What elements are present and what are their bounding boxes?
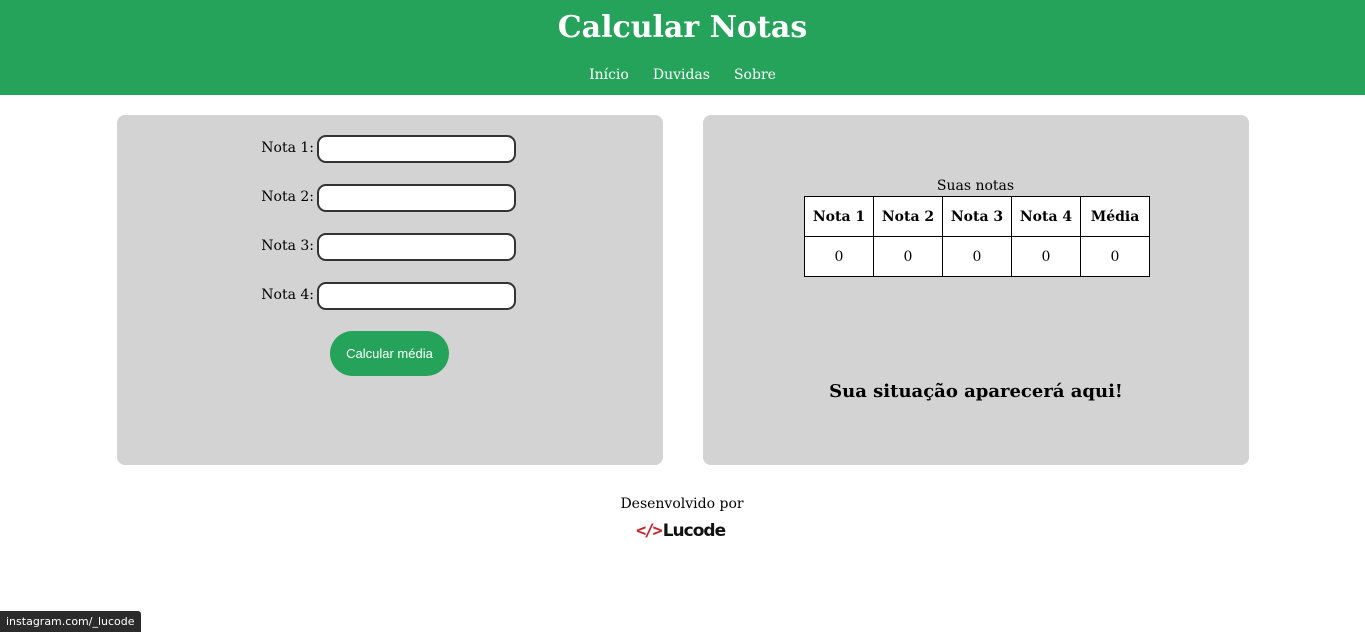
- grade-row-1: Nota 1:: [117, 135, 663, 163]
- header-nota-3: Nota 3: [942, 196, 1012, 237]
- page-header: Calcular Notas Início Duvidas Sobre: [0, 0, 1365, 95]
- grades-form-panel: Nota 1: Nota 2: Nota 3: Nota 4: Calcular…: [117, 115, 663, 465]
- nota-3-input[interactable]: [317, 233, 516, 261]
- calcular-media-button[interactable]: Calcular média: [330, 331, 449, 376]
- results-header-row: Nota 1 Nota 2 Nota 3 Nota 4 Média: [804, 196, 1150, 237]
- nav-link-inicio[interactable]: Início: [589, 67, 629, 83]
- grade-row-4: Nota 4:: [117, 282, 663, 310]
- value-nota-4: 0: [1011, 236, 1081, 277]
- value-nota-2: 0: [873, 236, 943, 277]
- value-nota-3: 0: [942, 236, 1012, 277]
- nav-link-duvidas[interactable]: Duvidas: [653, 67, 710, 83]
- main-nav: Início Duvidas Sobre: [0, 67, 1365, 83]
- nota-3-label: Nota 3:: [261, 238, 314, 254]
- link-status-bar: instagram.com/_lucode: [0, 611, 141, 632]
- nota-1-input[interactable]: [317, 135, 516, 163]
- code-brackets-icon: </>: [636, 521, 663, 541]
- footer-credit: Desenvolvido por: [620, 496, 744, 512]
- header-media: Média: [1080, 196, 1150, 237]
- results-value-row: 0 0 0 0 0: [804, 236, 1150, 277]
- page-title: Calcular Notas: [557, 10, 808, 45]
- situacao-message: Sua situação aparecerá aqui!: [829, 381, 1123, 402]
- nota-2-label: Nota 2:: [261, 189, 314, 205]
- value-nota-1: 0: [804, 236, 874, 277]
- nota-2-input[interactable]: [317, 184, 516, 212]
- header-nota-1: Nota 1: [804, 196, 874, 237]
- results-panel: Suas notas Nota 1 Nota 2 Nota 3 Nota 4 M…: [703, 115, 1249, 465]
- nav-link-sobre[interactable]: Sobre: [734, 67, 776, 83]
- nota-4-input[interactable]: [317, 282, 516, 310]
- results-caption: Suas notas: [936, 178, 1015, 194]
- results-table: Nota 1 Nota 2 Nota 3 Nota 4 Média 0 0 0 …: [804, 196, 1150, 277]
- logo-name: Lucode: [662, 521, 726, 541]
- lucode-logo[interactable]: </> Lucode: [636, 518, 732, 544]
- nota-1-label: Nota 1:: [261, 140, 314, 156]
- header-nota-2: Nota 2: [873, 196, 943, 237]
- header-nota-4: Nota 4: [1011, 196, 1081, 237]
- grade-row-2: Nota 2:: [117, 184, 663, 212]
- value-media: 0: [1080, 236, 1150, 277]
- nota-4-label: Nota 4:: [261, 287, 314, 303]
- grade-row-3: Nota 3:: [117, 233, 663, 261]
